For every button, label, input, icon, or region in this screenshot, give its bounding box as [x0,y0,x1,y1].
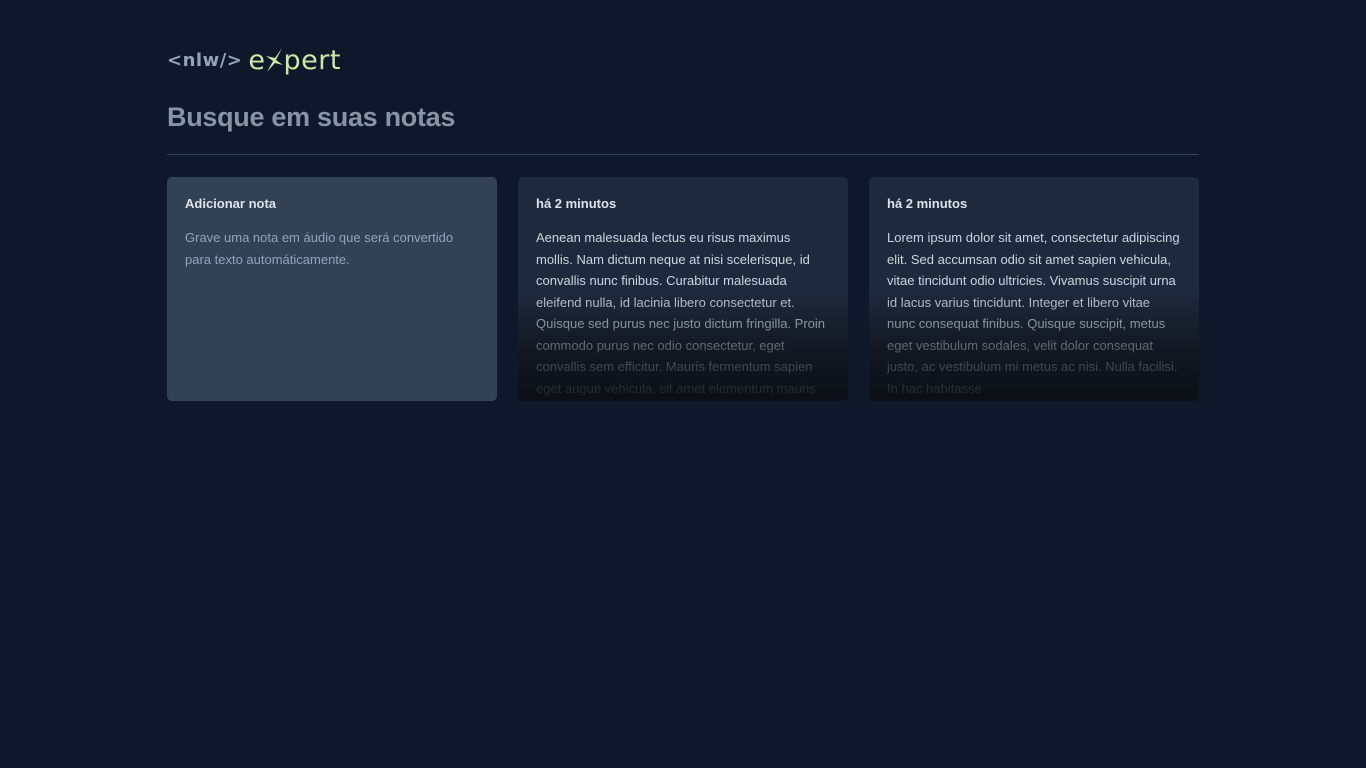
logo-wordmark: e pert [248,45,341,76]
notes-grid: Adicionar nota Grave uma nota em áudio q… [167,177,1199,401]
nlw-expert-logo: <nlw/> e pert [167,43,341,77]
header-divider [167,154,1199,155]
logo-word-end: pert [283,44,341,76]
sparkle-x-icon [266,48,284,72]
add-note-card[interactable]: Adicionar nota Grave uma nota em áudio q… [167,177,497,401]
note-date: há 2 minutos [887,196,968,211]
add-note-description: Grave uma nota em áudio que será convert… [185,230,454,267]
note-date: há 2 minutos [536,196,617,211]
logo-tag-text: <nlw/> [167,49,243,71]
note-content: Lorem ipsum dolor sit amet, consectetur … [887,230,1180,396]
search-notes-input[interactable] [167,96,1199,138]
add-note-title: Adicionar nota [185,196,277,211]
note-card[interactable]: há 2 minutos Lorem ipsum dolor sit amet,… [869,177,1199,401]
note-content: Aenean malesuada lectus eu risus maximus… [536,230,826,396]
note-card[interactable]: há 2 minutos Aenean malesuada lectus eu … [518,177,848,401]
